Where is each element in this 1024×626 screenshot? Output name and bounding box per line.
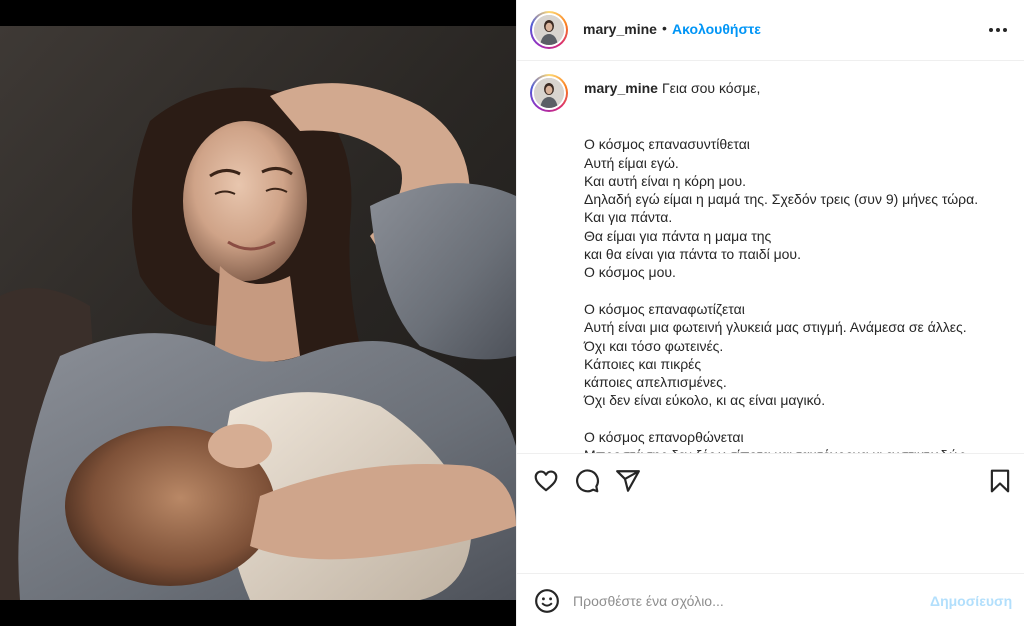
post-panel: mary_mine • Ακολουθήστε mary_mine Γεια σ… xyxy=(516,0,1024,626)
follow-button[interactable]: Ακολουθήστε xyxy=(672,21,761,37)
caption-line: Ο κόσμος επανορθώνεται xyxy=(584,429,744,446)
caption-line: Μπροστά της δεν ξέρω τίποτα και ταυτόχρο… xyxy=(584,446,1014,453)
caption-line: Ο κόσμος μου. xyxy=(584,264,676,281)
caption-line: Όχι και τόσο φωτεινές. xyxy=(584,337,724,354)
caption-line: κάποιες απελπισμένες. xyxy=(584,374,727,391)
emoji-icon[interactable] xyxy=(534,588,560,614)
comment-bar: Δημοσίευση xyxy=(517,573,1024,626)
author-avatar[interactable] xyxy=(530,11,568,49)
caption-avatar[interactable] xyxy=(530,74,568,112)
caption-line: Και για πάντα. xyxy=(584,209,673,226)
comment-icon[interactable] xyxy=(574,468,600,494)
more-options-icon[interactable] xyxy=(987,20,1009,40)
caption-line: Ο κόσμος επανασυντίθεται xyxy=(584,136,750,153)
share-icon[interactable] xyxy=(615,468,641,494)
post-photo-frame[interactable] xyxy=(0,0,516,626)
caption-line: Θα είμαι για πάντα η μαμα της xyxy=(584,227,772,244)
post-comment-button[interactable]: Δημοσίευση xyxy=(930,593,1012,609)
caption-section[interactable]: mary_mine Γεια σου κόσμε, Ο κόσμος επανασ… xyxy=(517,61,1024,453)
header-separator: • xyxy=(662,20,667,36)
action-bar xyxy=(517,453,1024,509)
comment-input[interactable] xyxy=(573,588,913,614)
caption-text: Ο κόσμος επανασυντίθεται Αυτή είμαι εγώ. Κ… xyxy=(584,117,1014,453)
caption-line: Ο κόσμος επαναφωτίζεται xyxy=(584,300,745,317)
caption-header: mary_mine Γεια σου κόσμε, xyxy=(584,80,760,96)
caption-line: Αυτή είναι μια φωτεινή γλυκειά μας στιγμ… xyxy=(584,319,967,336)
heart-icon[interactable] xyxy=(533,468,559,494)
avatar-image xyxy=(534,78,564,108)
caption-line: Όχι δεν είναι εύκολο, κι ας είναι μαγικό… xyxy=(584,392,826,409)
caption-line: Και αυτή είναι η κόρη μου. xyxy=(584,172,746,189)
caption-line: Κάποιες και πικρές xyxy=(584,355,702,372)
avatar-image xyxy=(534,15,564,45)
caption-line: και θα είναι για πάντα το παιδί μου. xyxy=(584,246,801,263)
caption-username[interactable]: mary_mine xyxy=(584,80,658,96)
post-photo[interactable] xyxy=(0,26,516,600)
author-username[interactable]: mary_mine xyxy=(583,21,657,37)
bookmark-icon[interactable] xyxy=(987,468,1013,494)
caption-line: Αυτή είμαι εγώ. xyxy=(584,154,679,171)
post-header: mary_mine • Ακολουθήστε xyxy=(517,0,1024,61)
caption-greeting: Γεια σου κόσμε, xyxy=(661,80,761,96)
caption-line: Δηλαδή εγώ είμαι η μαμά της. Σχεδόν τρει… xyxy=(584,191,979,208)
